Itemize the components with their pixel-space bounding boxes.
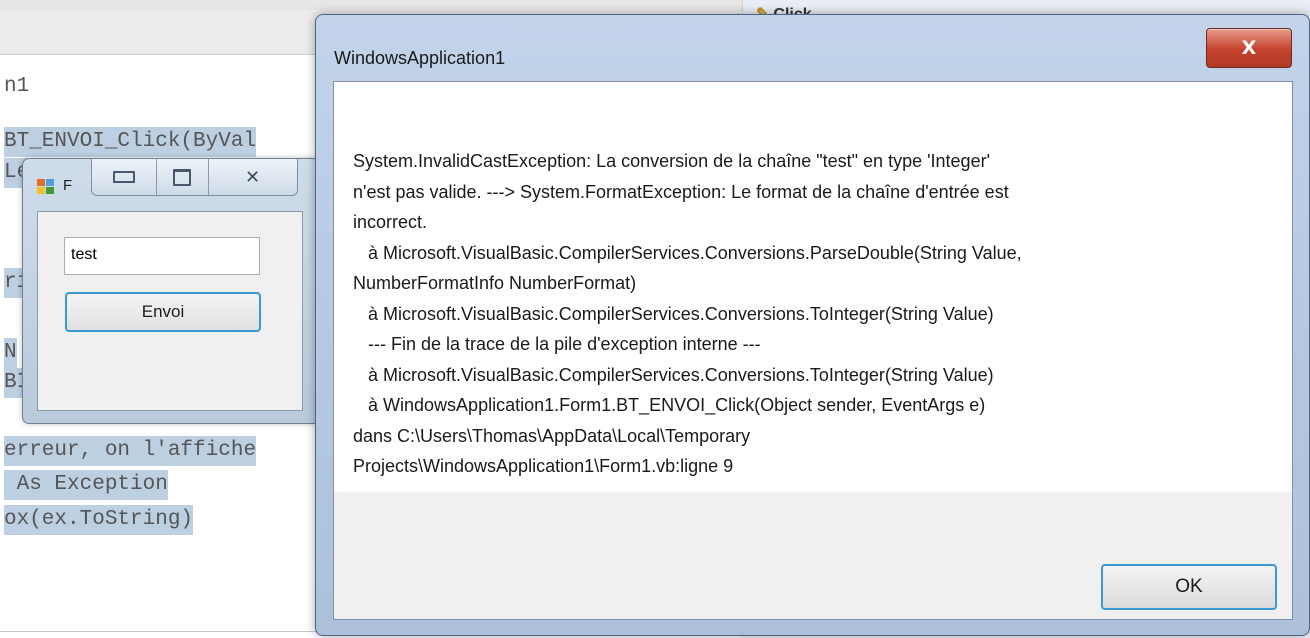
envoi-button[interactable]: Envoi bbox=[65, 292, 261, 332]
form1-close-button[interactable]: ✕ bbox=[208, 159, 297, 195]
code-line: As Exception bbox=[4, 470, 168, 500]
code-line: n1 bbox=[4, 75, 30, 98]
error-messagebox: WindowsApplication1 X System.InvalidCast… bbox=[315, 14, 1310, 636]
minimize-button[interactable] bbox=[92, 159, 157, 195]
ok-button[interactable]: OK bbox=[1101, 564, 1277, 610]
minimize-icon bbox=[113, 171, 135, 183]
code-line: BT_ENVOI_Click(ByVal bbox=[4, 127, 257, 157]
form1-title: F bbox=[63, 177, 73, 194]
close-icon: ✕ bbox=[244, 166, 261, 188]
close-icon: X bbox=[1241, 37, 1257, 59]
messagebox-footer: OK bbox=[334, 492, 1292, 619]
code-line: ox(ex.ToString) bbox=[4, 505, 194, 535]
text-input[interactable]: test bbox=[64, 237, 260, 275]
code-line: erreur, on l'affiche bbox=[4, 436, 257, 466]
form1-client-area: test Envoi bbox=[37, 211, 303, 411]
code-line: N bbox=[4, 338, 17, 368]
divider bbox=[0, 631, 330, 632]
form-app-icon bbox=[37, 179, 55, 195]
messagebox-title: WindowsApplication1 bbox=[334, 48, 506, 68]
messagebox-close-button[interactable]: X bbox=[1206, 28, 1292, 68]
messagebox-content: System.InvalidCastException: La conversi… bbox=[333, 81, 1293, 620]
error-message-text: System.InvalidCastException: La conversi… bbox=[353, 151, 1022, 476]
form1-window: F ✕ test Envoi bbox=[22, 158, 320, 424]
maximize-button[interactable] bbox=[156, 159, 209, 195]
form1-caption-buttons: ✕ bbox=[91, 159, 298, 196]
maximize-icon bbox=[173, 168, 191, 186]
